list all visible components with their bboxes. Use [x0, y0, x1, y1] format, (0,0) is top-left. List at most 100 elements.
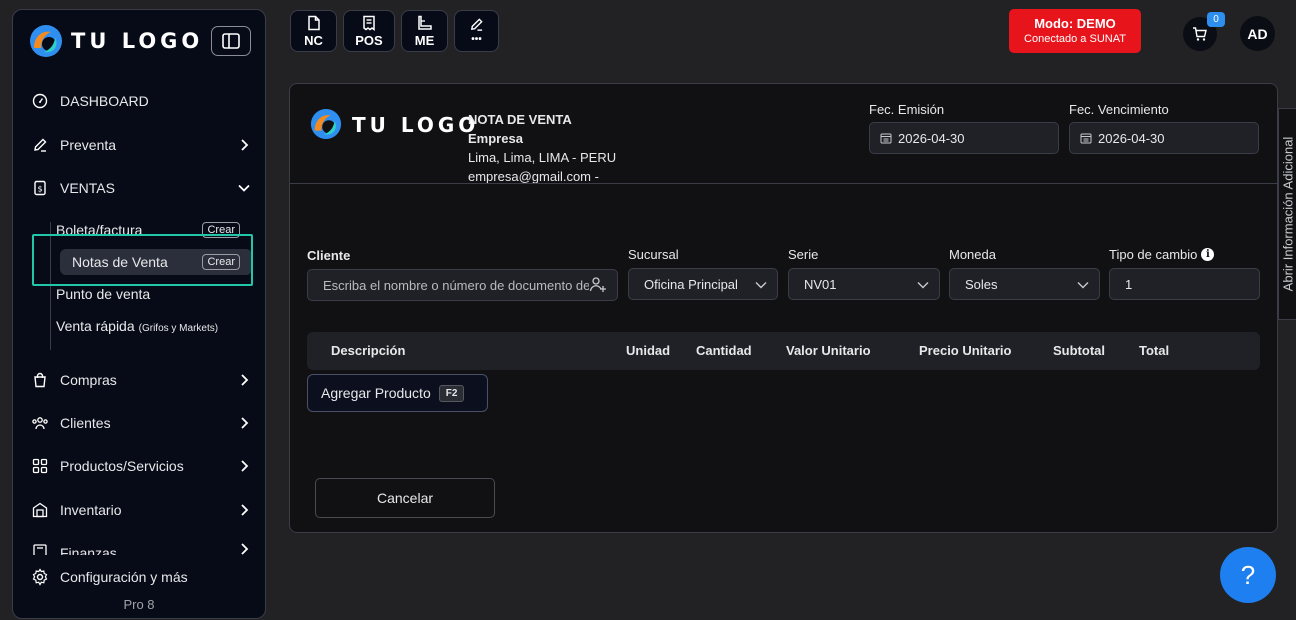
sidebar-item-configuracion[interactable]: Configuración y más	[30, 565, 252, 589]
cart-count-badge: 0	[1207, 12, 1225, 27]
boot-icon	[417, 15, 432, 30]
user-avatar[interactable]: AD	[1240, 16, 1275, 51]
sidebar-item-label: Configuración y más	[60, 569, 188, 585]
help-button[interactable]: ?	[1220, 547, 1276, 603]
sidebar-item-finanzas[interactable]: Finanzas	[30, 541, 252, 555]
chevron-right-icon	[236, 372, 252, 388]
sidebar-item-label: DASHBOARD	[60, 93, 149, 109]
exchange-rate-label: Tipo de cambio	[1109, 246, 1198, 262]
company-info: NOTA DE VENTA Empresa Lima, Lima, LIMA -…	[468, 110, 616, 186]
sidebar-item-ventas[interactable]: $ VENTAS	[30, 176, 252, 200]
logo-icon	[29, 24, 63, 58]
exchange-rate-field: Tipo de cambio i 1	[1109, 246, 1260, 300]
emission-date-input[interactable]: 2026-04-30	[869, 122, 1059, 154]
additional-info-label: Abrir Información Adicional	[1280, 136, 1295, 292]
add-product-button[interactable]: Agregar Producto F2	[307, 374, 488, 412]
logo-text: TU LOGO	[352, 113, 480, 137]
sidebar-subitem-punto-de-venta[interactable]: Punto de venta	[56, 281, 240, 307]
chevron-down-icon	[917, 277, 929, 292]
toolbar-pos-button[interactable]: POS	[343, 10, 395, 52]
column-header: Descripción	[331, 343, 406, 358]
header-divider	[290, 183, 1277, 184]
gear-icon	[30, 567, 50, 587]
grid-icon	[30, 456, 50, 476]
sidebar-subitem-venta-rapida[interactable]: Venta rápida (Grifos y Markets)	[56, 313, 240, 339]
subitem-label: Notas de Venta	[72, 254, 168, 270]
branch-label: Sucursal	[628, 246, 679, 262]
branch-field: Sucursal Oficina Principal	[628, 246, 778, 300]
mode-title: Modo: DEMO	[1034, 16, 1116, 31]
users-icon	[30, 413, 50, 433]
chevron-down-icon	[236, 180, 252, 196]
column-header: Valor Unitario	[786, 343, 871, 358]
toolbar-label: NC	[304, 32, 323, 48]
brand-logo[interactable]: TU LOGO	[29, 24, 203, 58]
sidebar-subitem-boleta-factura[interactable]: Boleta/factura Crear	[56, 217, 240, 243]
toolbar-label: ME	[414, 32, 435, 48]
series-value: NV01	[804, 276, 837, 292]
sidebar-item-compras[interactable]: Compras	[30, 368, 252, 392]
client-label: Cliente	[307, 247, 351, 263]
toolbar-more-button[interactable]: •••	[454, 10, 499, 52]
sidebar-item-inventario[interactable]: Inventario	[30, 498, 252, 522]
add-user-icon[interactable]	[589, 275, 607, 296]
client-placeholder: Escriba el nombre o número de documento …	[323, 277, 589, 293]
demo-mode-button[interactable]: Modo: DEMO Conectado a SUNAT	[1009, 9, 1141, 53]
currency-value: Soles	[965, 276, 998, 292]
sidebar-item-label: Preventa	[60, 137, 117, 153]
subitem-label: Boleta/factura	[56, 222, 143, 238]
sidebar-item-dashboard[interactable]: DASHBOARD	[30, 89, 252, 113]
toolbar-me-button[interactable]: ME	[401, 10, 448, 52]
subitem-note: (Grifos y Markets)	[138, 323, 219, 334]
branch-select[interactable]: Oficina Principal	[628, 268, 778, 300]
document-type: NOTA DE VENTA	[468, 112, 572, 127]
warehouse-icon	[30, 500, 50, 520]
items-table-header: Descripción Unidad Cantidad Valor Unitar…	[307, 332, 1260, 370]
series-select[interactable]: NV01	[788, 268, 940, 300]
sale-note-form: TU LOGO NOTA DE VENTA Empresa Lima, Lima…	[289, 83, 1278, 533]
subitem-label: Venta rápida	[56, 318, 135, 334]
info-icon[interactable]: i	[1201, 247, 1215, 261]
branch-value: Oficina Principal	[644, 276, 738, 292]
sidebar-item-label: Clientes	[60, 415, 111, 431]
svg-text:$: $	[37, 185, 42, 194]
logo-icon	[310, 108, 344, 142]
sidebar: TU LOGO DASHBOARD Preventa $ VENTAS Bole…	[12, 9, 266, 619]
receipt-icon: $	[30, 178, 50, 198]
toolbar-label: POS	[355, 32, 383, 48]
cancel-button[interactable]: Cancelar	[315, 478, 495, 518]
additional-info-tab[interactable]: Abrir Información Adicional	[1278, 108, 1296, 320]
sidebar-panel-icon	[222, 33, 240, 49]
toolbar-label: •••	[471, 34, 482, 45]
submenu-line	[50, 222, 51, 350]
chevron-down-icon	[1077, 277, 1089, 292]
currency-select[interactable]: Soles	[949, 268, 1100, 300]
crear-badge[interactable]: Crear	[202, 254, 240, 270]
sidebar-item-clientes[interactable]: Clientes	[30, 411, 252, 435]
chevron-right-icon	[236, 137, 252, 153]
client-input[interactable]: Escriba el nombre o número de documento …	[307, 269, 618, 301]
version-label: Pro 8	[123, 597, 155, 612]
sidebar-item-productos-servicios[interactable]: Productos/Servicios	[30, 454, 252, 478]
crear-badge[interactable]: Crear	[202, 222, 240, 238]
document-icon	[307, 15, 320, 30]
sidebar-toggle-button[interactable]	[211, 26, 251, 56]
shopping-bag-icon	[30, 370, 50, 390]
series-field: Serie NV01	[788, 246, 940, 300]
emission-date-value: 2026-04-30	[898, 130, 965, 146]
calendar-icon	[880, 132, 892, 144]
company-name: Empresa	[468, 131, 523, 146]
subitem-label: Punto de venta	[56, 286, 151, 302]
sidebar-item-label: VENTAS	[60, 180, 115, 196]
sidebar-item-preventa[interactable]: Preventa	[30, 133, 252, 157]
currency-label: Moneda	[949, 246, 996, 262]
edit-icon	[30, 135, 50, 155]
sidebar-item-label: Inventario	[60, 502, 122, 518]
exchange-rate-input[interactable]: 1	[1109, 268, 1260, 300]
sidebar-subitem-notas-de-venta[interactable]: Notas de Venta Crear	[60, 249, 252, 275]
due-date-group: Fec. Vencimiento 2026-04-30	[1069, 102, 1259, 154]
toolbar-nc-button[interactable]: NC	[290, 10, 337, 52]
currency-field: Moneda Soles	[949, 246, 1100, 300]
due-date-input[interactable]: 2026-04-30	[1069, 122, 1259, 154]
document-logo: TU LOGO	[310, 108, 479, 142]
